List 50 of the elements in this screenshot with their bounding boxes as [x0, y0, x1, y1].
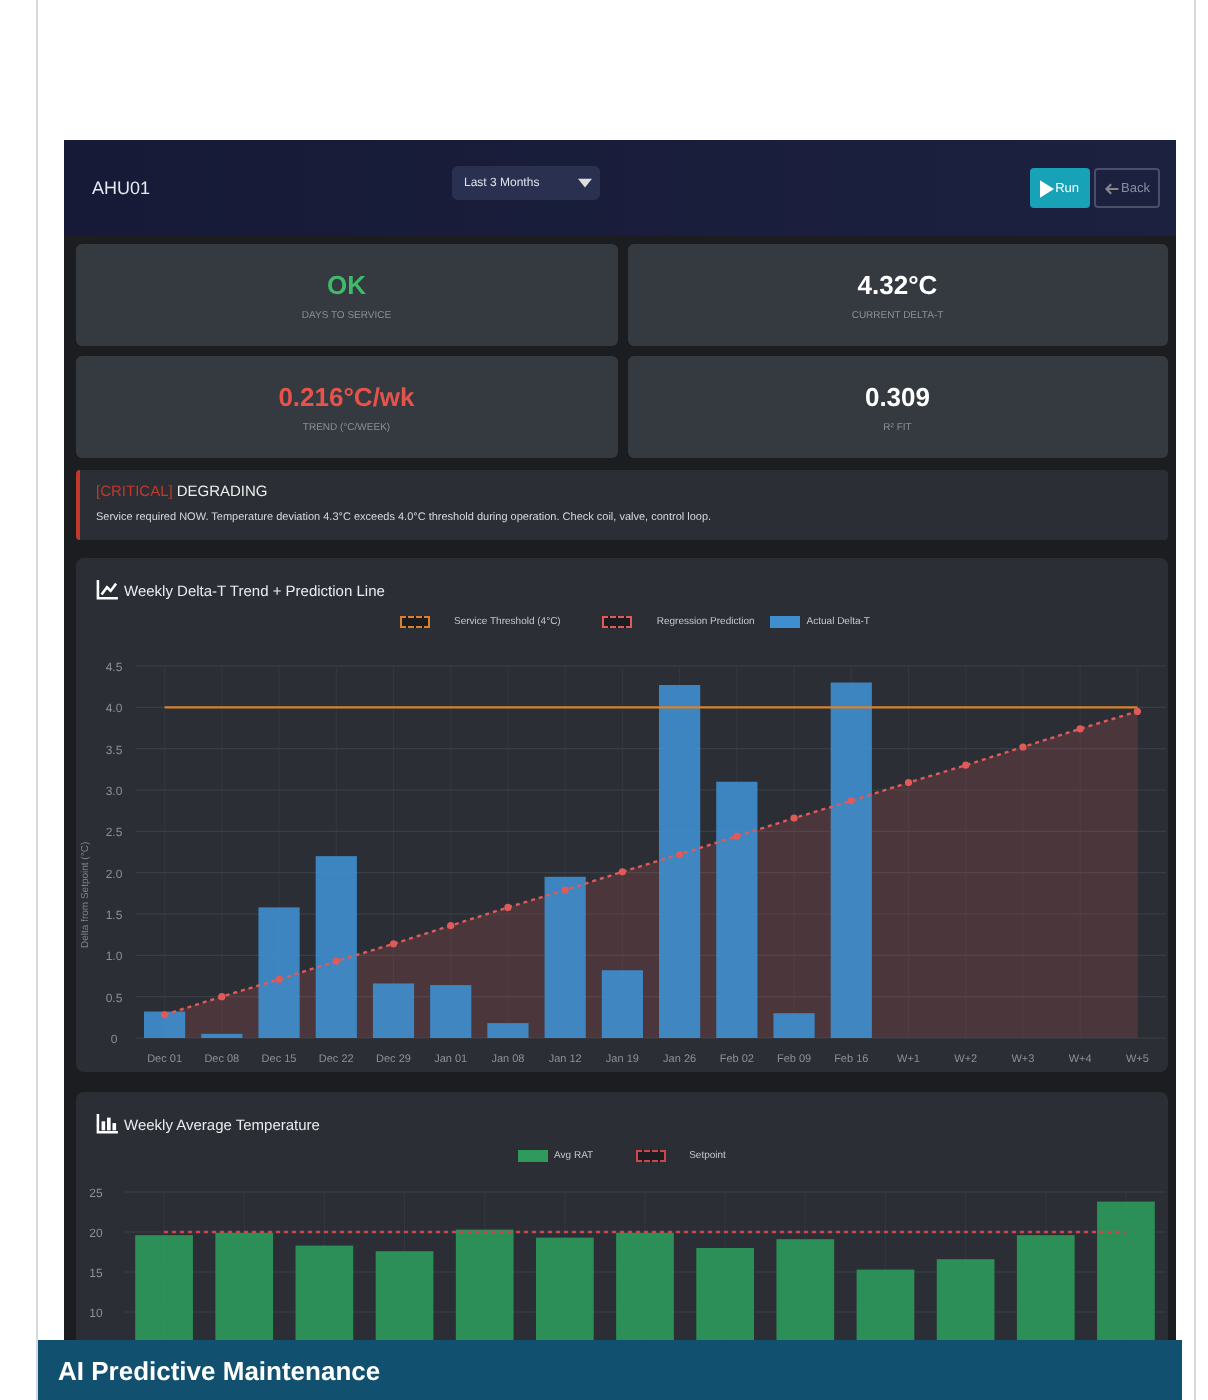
point — [733, 832, 741, 840]
bar — [1016, 1235, 1075, 1340]
stat-value: 0.216°C/wk — [278, 381, 415, 411]
point — [847, 797, 855, 805]
bar — [536, 1237, 594, 1340]
point — [447, 921, 455, 930]
point — [275, 975, 283, 983]
point — [1019, 743, 1027, 751]
point — [904, 778, 913, 787]
bar — [295, 1245, 354, 1340]
bar — [773, 1013, 815, 1038]
caret-icon — [578, 178, 592, 188]
bar — [696, 1248, 754, 1340]
point — [218, 993, 226, 1001]
line-chart-icon — [96, 580, 118, 600]
point — [504, 903, 512, 911]
bar — [201, 1033, 243, 1038]
caption-text: AI Predictive Maintenance — [58, 1355, 381, 1385]
point — [1076, 725, 1084, 733]
bar — [776, 1239, 835, 1340]
point — [790, 814, 798, 822]
bar — [144, 1011, 186, 1038]
bar-chart-icon — [96, 1114, 118, 1134]
bar — [856, 1269, 915, 1340]
bar — [430, 985, 472, 1038]
point — [332, 957, 340, 965]
bar — [215, 1232, 274, 1340]
point — [561, 886, 569, 894]
point — [676, 850, 684, 859]
point — [962, 761, 970, 769]
bar — [1097, 1201, 1155, 1340]
point — [618, 868, 626, 876]
stat-value: 0.309 — [864, 381, 931, 411]
point — [161, 1011, 169, 1019]
bar — [487, 1023, 529, 1038]
bar — [601, 970, 643, 1038]
bar — [455, 1229, 514, 1340]
stat-value: 4.32°C — [857, 269, 938, 299]
bar — [375, 1251, 434, 1340]
point — [389, 940, 398, 948]
point — [1133, 707, 1141, 716]
bar — [258, 907, 300, 1038]
bar — [936, 1259, 995, 1340]
bar — [372, 983, 415, 1038]
bar — [135, 1235, 193, 1340]
stat-value: OK — [327, 269, 366, 299]
unit-title: AHU01 — [92, 178, 151, 198]
arrow-left-icon — [1103, 181, 1120, 195]
bar — [616, 1232, 674, 1340]
play-icon — [1039, 179, 1054, 197]
